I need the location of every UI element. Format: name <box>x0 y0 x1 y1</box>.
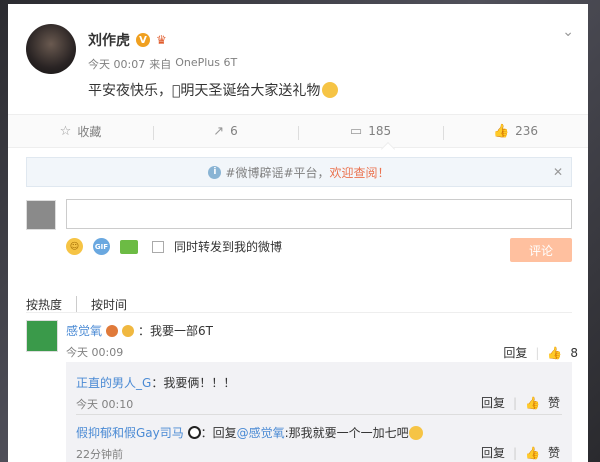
reply-thread: 正直的男人_G：我要俩！！！ 今天 00:10 回复 | 👍 赞 假抑郁和假Ga… <box>66 362 572 462</box>
action-bar: ☆ 收藏 ↗ 6 ▭ 185 👍 236 <box>8 114 588 148</box>
comment-reply-button[interactable]: 回复 <box>503 344 527 361</box>
post-content: 平安夜快乐， 明天圣诞给大家送礼物 <box>88 80 339 100</box>
repost-checkbox-label[interactable]: 同时转发到我的微博 <box>174 238 282 255</box>
my-avatar <box>26 200 56 230</box>
like-button[interactable]: 👍 236 <box>443 123 588 140</box>
thumbs-up-icon[interactable]: 👍 <box>547 346 562 360</box>
reply-ops: 回复 | 👍 赞 <box>481 394 560 411</box>
weibo-post-card: ⌄ 刘作虎 V ♛ 今天 00:07 来自 OnePlus 6T 平安夜快乐， … <box>8 4 588 462</box>
post-meta: 今天 00:07 来自 OnePlus 6T <box>88 56 237 72</box>
repost-count: 6 <box>230 124 238 138</box>
divider: | <box>512 395 518 410</box>
medal-badge-icon <box>122 324 135 337</box>
commenter-avatar[interactable] <box>26 320 58 352</box>
author-name[interactable]: 刘作虎 <box>88 30 130 50</box>
repost-checkbox[interactable] <box>152 240 164 253</box>
comment-like-count: 8 <box>570 345 578 360</box>
post-source[interactable]: OnePlus 6T <box>175 56 237 72</box>
reply-time: 22分钟前 <box>76 448 123 461</box>
source-prefix: 来自 <box>149 58 172 71</box>
post-time[interactable]: 今天 00:07 <box>88 56 145 72</box>
divider: | <box>535 345 540 360</box>
like-count: 236 <box>515 124 539 138</box>
repost-button[interactable]: ↗ 6 <box>153 123 298 140</box>
comment-row: 感觉氧 ：我要一部6T <box>66 322 213 339</box>
reply-text: :那我就要一个一加七吧 <box>284 426 409 440</box>
mention-link[interactable]: @感觉氧 <box>237 426 285 440</box>
close-icon[interactable]: ✕ <box>553 165 563 179</box>
favorite-button[interactable]: ☆ 收藏 <box>8 123 153 140</box>
thumbs-up-icon[interactable]: 👍 <box>525 446 540 460</box>
image-icon[interactable] <box>120 239 138 254</box>
favorite-label: 收藏 <box>77 124 102 139</box>
comment-input[interactable] <box>66 199 572 229</box>
reply-ops: 回复 | 👍 赞 <box>481 444 560 461</box>
author-row: 刘作虎 V ♛ <box>88 30 167 50</box>
scared-emoji-icon <box>408 426 423 440</box>
reply-author[interactable]: 正直的男人_G <box>76 376 151 390</box>
divider <box>76 414 562 415</box>
comment-count: 185 <box>368 124 392 138</box>
divider <box>26 312 572 313</box>
member-crown-icon: ♛ <box>156 33 167 47</box>
thumbs-up-icon[interactable]: 👍 <box>525 396 540 410</box>
sort-by-hot[interactable]: 按热度 <box>26 296 62 313</box>
commenter-name[interactable]: 感觉氧 <box>66 322 102 339</box>
divider: | <box>512 445 518 460</box>
comment-icon: ▭ <box>349 123 363 139</box>
gif-icon[interactable]: GIF <box>93 238 110 255</box>
notice-text[interactable]: #微博辟谣#平台， <box>225 164 329 181</box>
hourglass-badge-icon <box>106 324 119 337</box>
composer-tools: ☺ GIF 同时转发到我的微博 <box>66 238 282 255</box>
verified-badge-icon: V <box>136 33 150 47</box>
submit-comment-button[interactable]: 评论 <box>510 238 572 262</box>
reply-prefix: ：回复 <box>200 426 237 440</box>
sort-by-time[interactable]: 按时间 <box>76 296 127 313</box>
panda-emoji-icon <box>187 426 201 439</box>
comment-ops: 回复 | 👍 8 <box>503 344 578 361</box>
post-text: 平安夜快乐， 明天圣诞给大家送礼物 <box>88 83 321 99</box>
reply-reply-button[interactable]: 回复 <box>481 394 505 411</box>
reply-reply-button[interactable]: 回复 <box>481 444 505 461</box>
emoji-icon[interactable]: ☺ <box>66 238 83 255</box>
reply-text-row: 正直的男人_G：我要俩！！！ <box>76 374 235 391</box>
expand-icon[interactable]: ⌄ <box>562 24 574 40</box>
reply-text-row: 假抑郁和假Gay司马 ：回复@感觉氧:那我就要一个一加七吧 <box>76 424 423 441</box>
reply-text: ：我要俩！！！ <box>151 376 236 390</box>
comment-text: ：我要一部6T <box>138 324 213 338</box>
comment-sort-tabs: 按热度 按时间 <box>26 296 127 313</box>
reply-author[interactable]: 假抑郁和假Gay司马 <box>76 426 184 440</box>
star-icon: ☆ <box>59 123 72 139</box>
repost-icon: ↗ <box>213 123 225 139</box>
reply-like-label[interactable]: 赞 <box>548 394 560 411</box>
thumbs-up-icon: 👍 <box>492 123 510 139</box>
reply-like-label[interactable]: 赞 <box>548 444 560 461</box>
notice-link[interactable]: 欢迎查阅！ <box>330 164 390 181</box>
author-avatar[interactable] <box>26 24 76 74</box>
info-icon: i <box>208 165 222 179</box>
reply-time: 今天 00:10 <box>76 398 134 411</box>
surprised-emoji-icon <box>322 82 339 98</box>
comment-button[interactable]: ▭ 185 <box>298 123 443 140</box>
rumor-notice-banner: i #微博辟谣#平台， 欢迎查阅！ ✕ <box>26 157 572 187</box>
comment-time: 今天 00:09 <box>66 346 124 359</box>
